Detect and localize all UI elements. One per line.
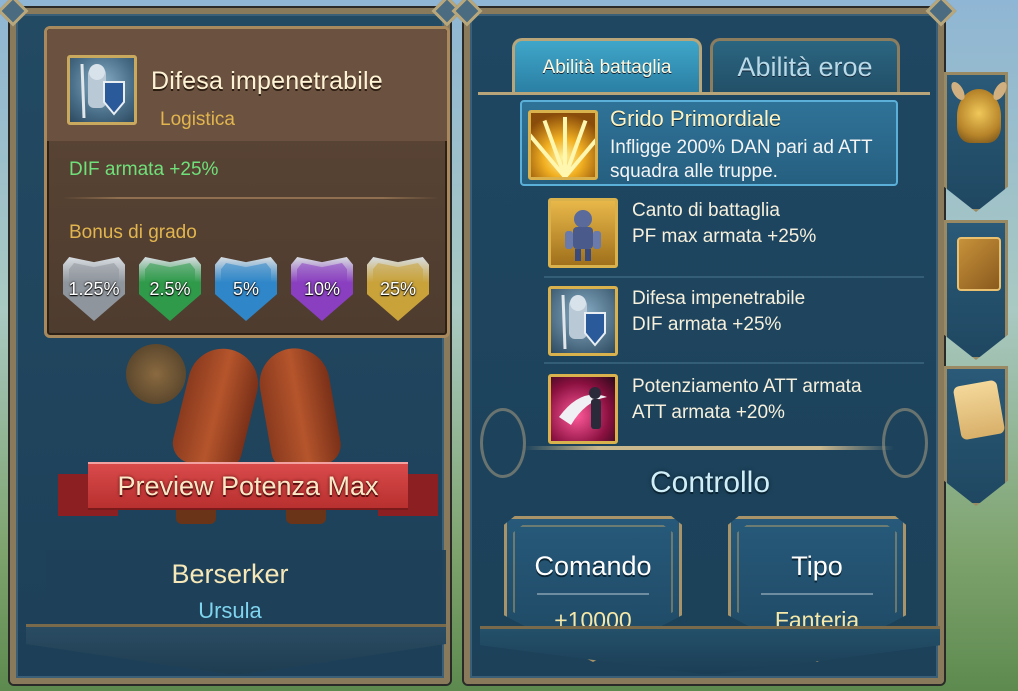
panel-bottom-ornament <box>480 626 940 674</box>
side-tab-hero[interactable] <box>944 72 1008 212</box>
corner-ornament <box>0 0 29 27</box>
book-icon <box>957 237 1001 291</box>
hero-name: Ursula <box>198 598 262 623</box>
preview-max-power-button[interactable]: Preview Potenza Max <box>58 462 438 516</box>
knight-shield-icon <box>548 286 618 356</box>
skill-effect: DIF armata +25% <box>632 314 782 335</box>
skill-effect: DIF armata +25% <box>69 159 219 180</box>
skill-category: Logistica <box>160 109 235 130</box>
knight-shield-icon <box>67 55 137 125</box>
skill-effect: ATT armata +20% <box>632 402 785 423</box>
main-skill-name: Grido Primordiale <box>610 106 782 131</box>
side-tab-skills[interactable] <box>944 220 1008 360</box>
panel-bottom-ornament <box>26 624 446 674</box>
skill-row[interactable]: Potenziamento ATT armata ATT armata +20% <box>540 366 940 450</box>
main-skill-desc: Infligge 200% DAN pari ad ATT squadra al… <box>610 137 873 182</box>
side-tab-info[interactable] <box>944 366 1008 506</box>
corner-ornament <box>925 0 957 27</box>
skill-name: Difesa impenetrabile <box>151 67 383 95</box>
section-title: Controllo <box>649 466 771 499</box>
skill-effect: PF max armata +25% <box>632 226 817 247</box>
skill-row[interactable]: Difesa impenetrabile DIF armata +25% <box>540 278 940 362</box>
grade-shield-gold: 25% <box>367 257 429 321</box>
grade-shield-blue: 5% <box>215 257 277 321</box>
hero-class: Berserker <box>171 559 289 589</box>
skill-info-card: Difesa impenetrabile Logistica DIF armat… <box>44 26 450 338</box>
divider <box>63 197 439 199</box>
grade-bonus-title: Bonus di grado <box>69 222 197 243</box>
grade-shield-gray: 1.25% <box>63 257 125 321</box>
grade-shield-green: 2.5% <box>139 257 201 321</box>
divider <box>544 362 924 364</box>
barbarian-icon <box>548 198 618 268</box>
stat-label: Tipo <box>791 551 843 581</box>
skill-name: Difesa impenetrabile <box>632 288 806 309</box>
scythe-icon <box>548 374 618 444</box>
scroll-icon <box>952 379 1006 441</box>
helmet-icon <box>957 89 1001 143</box>
skill-row[interactable]: Canto di battaglia PF max armata +25% <box>540 190 940 274</box>
skill-name: Canto di battaglia <box>632 200 780 221</box>
tab-battle-skills[interactable]: Abilità battaglia <box>512 38 702 94</box>
roar-icon <box>528 110 598 180</box>
grade-bonus-list: 1.25% 2.5% 5% 10% 25% <box>63 257 443 327</box>
skills-panel: Abilità battaglia Abilità eroe Grido Pri… <box>451 0 957 684</box>
divider <box>524 446 894 450</box>
grade-shield-purple: 10% <box>291 257 353 321</box>
tab-hero-skills[interactable]: Abilità eroe <box>710 38 900 94</box>
stat-label: Comando <box>534 551 652 581</box>
hero-detail-panel: Difesa impenetrabile Logistica DIF armat… <box>0 0 463 684</box>
main-skill-card[interactable]: Grido Primordiale Infligge 200% DAN pari… <box>520 100 898 186</box>
skill-name: Potenziamento ATT armata <box>632 376 862 397</box>
